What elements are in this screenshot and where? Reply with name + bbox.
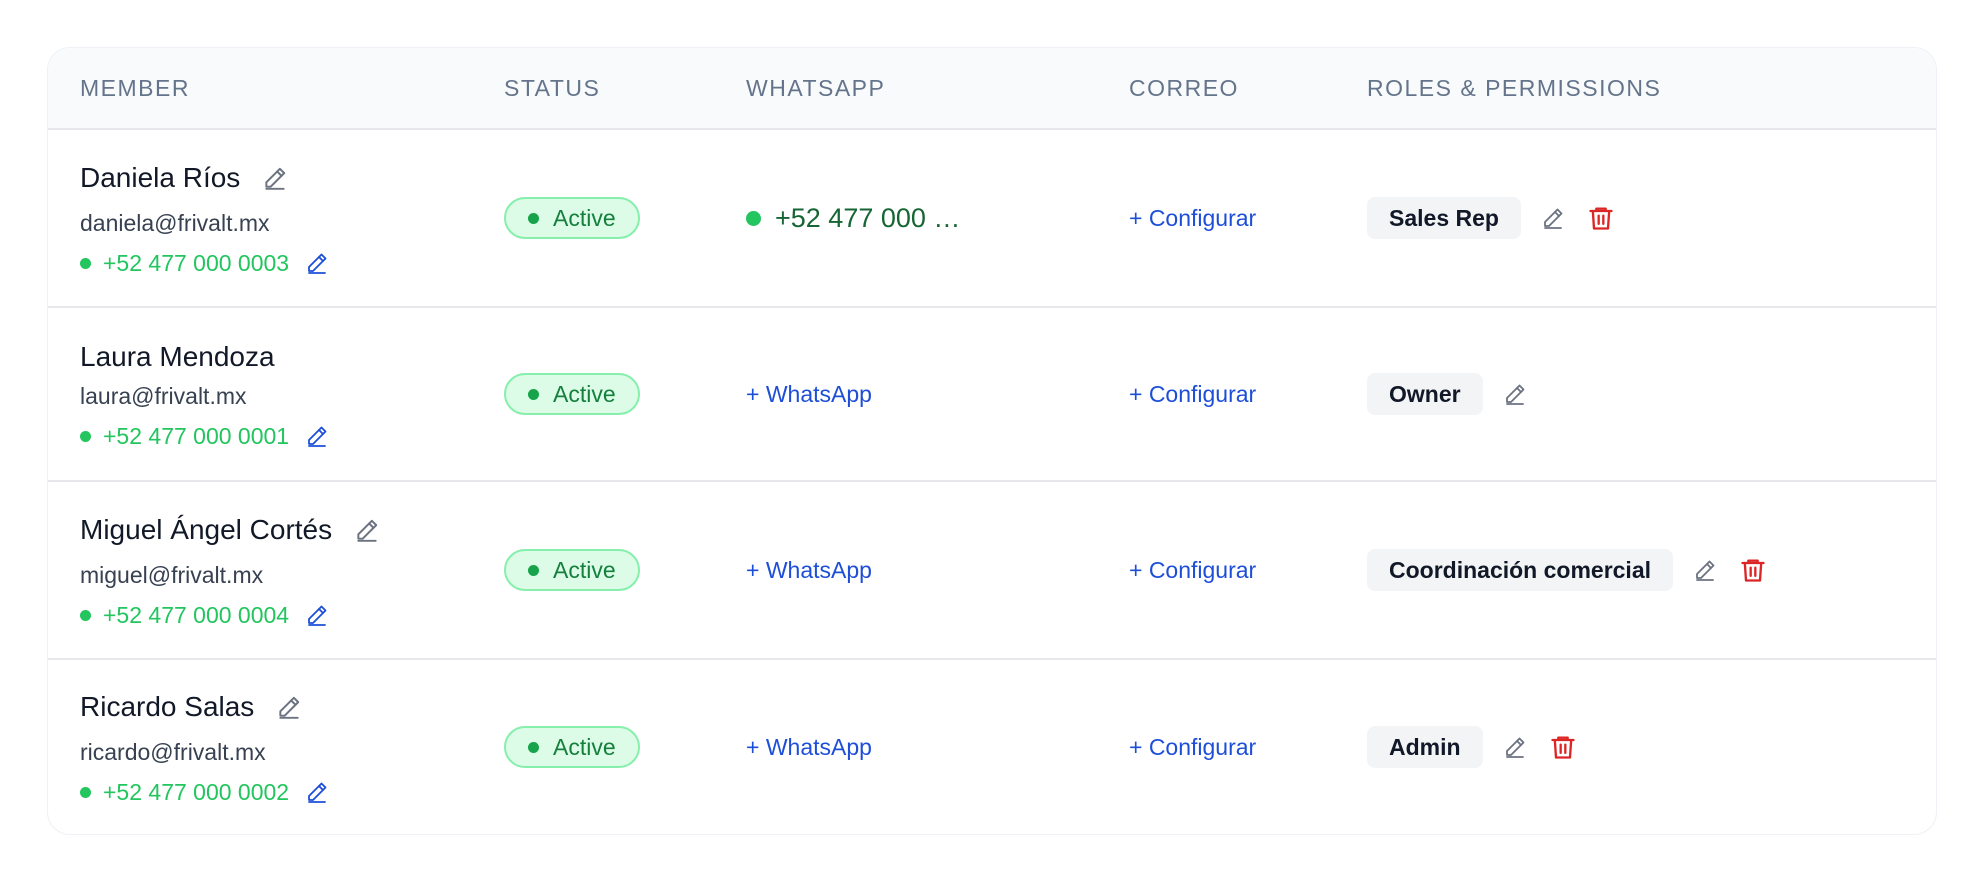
table-row: Ricardo Salas ricardo@frivalt.mx +52 477… [48, 660, 1936, 834]
status-dot-icon [528, 564, 539, 576]
member-cell: Laura Mendoza laura@frivalt.mx +52 477 0… [48, 337, 504, 451]
member-name: Ricardo Salas [80, 691, 255, 722]
member-cell: Daniela Ríos daniela@frivalt.mx +52 477 … [48, 158, 504, 278]
trash-icon[interactable] [1587, 203, 1615, 233]
status-dot-icon [528, 741, 539, 753]
status-label: Active [553, 556, 616, 583]
status-label: Active [553, 204, 616, 231]
roles-cell: Admin [1367, 726, 1936, 768]
table-row: Miguel Ángel Cortés miguel@frivalt.mx +5… [48, 482, 1936, 660]
configure-email-link[interactable]: + Configurar [1129, 557, 1256, 583]
table-header: MEMBER STATUS WHATSAPP CORREO ROLES & PE… [48, 48, 1936, 130]
configure-email-link[interactable]: + Configurar [1129, 205, 1256, 231]
add-whatsapp-link[interactable]: + WhatsApp [746, 557, 872, 583]
status-dot-icon [528, 388, 539, 400]
status-dot-icon [80, 786, 91, 798]
status-badge: Active [504, 197, 640, 239]
pencil-icon[interactable] [354, 517, 380, 543]
member-email: miguel@frivalt.mx [80, 562, 264, 588]
members-table: MEMBER STATUS WHATSAPP CORREO ROLES & PE… [48, 48, 1936, 834]
member-email: laura@frivalt.mx [80, 383, 247, 409]
role-tag: Admin [1367, 726, 1483, 768]
member-phone: +52 477 000 0001 [103, 422, 290, 449]
pencil-icon[interactable] [305, 603, 329, 627]
header-member: MEMBER [80, 74, 190, 101]
add-whatsapp-link[interactable]: + WhatsApp [746, 381, 872, 407]
trash-icon[interactable] [1549, 732, 1577, 762]
status-badge: Active [504, 549, 640, 591]
status-badge: Active [504, 373, 640, 415]
status-label: Active [553, 380, 616, 407]
configure-email-link[interactable]: + Configurar [1129, 734, 1256, 760]
member-phone: +52 477 000 0004 [103, 601, 290, 628]
table-row: Laura Mendoza laura@frivalt.mx +52 477 0… [48, 308, 1936, 482]
member-cell: Ricardo Salas ricardo@frivalt.mx +52 477… [48, 687, 504, 807]
pencil-icon[interactable] [305, 424, 329, 448]
pencil-icon[interactable] [1541, 206, 1565, 230]
status-dot-icon [80, 257, 91, 269]
member-email: ricardo@frivalt.mx [80, 739, 266, 765]
whatsapp-cell: +52 477 000 … [746, 203, 1129, 234]
roles-cell: Owner [1367, 373, 1936, 415]
member-name: Laura Mendoza [80, 341, 275, 372]
whatsapp-number[interactable]: +52 477 000 … [775, 203, 960, 234]
trash-icon[interactable] [1739, 555, 1767, 585]
role-tag: Owner [1367, 373, 1483, 415]
status-label: Active [553, 733, 616, 760]
header-correo: CORREO [1129, 74, 1239, 101]
member-email: daniela@frivalt.mx [80, 210, 270, 236]
add-whatsapp-link[interactable]: + WhatsApp [746, 734, 872, 760]
status-dot-icon [80, 609, 91, 621]
member-phone: +52 477 000 0002 [103, 778, 290, 805]
pencil-icon[interactable] [262, 165, 288, 191]
role-tag: Sales Rep [1367, 197, 1521, 239]
pencil-icon[interactable] [1503, 735, 1527, 759]
header-status: STATUS [504, 74, 601, 101]
configure-email-link[interactable]: + Configurar [1129, 381, 1256, 407]
status-dot-icon [746, 210, 761, 226]
pencil-icon[interactable] [1503, 382, 1527, 406]
member-phone: +52 477 000 0003 [103, 249, 290, 276]
status-dot-icon [528, 212, 539, 224]
pencil-icon[interactable] [305, 780, 329, 804]
pencil-icon[interactable] [276, 694, 302, 720]
table-row: Daniela Ríos daniela@frivalt.mx +52 477 … [48, 130, 1936, 308]
status-badge: Active [504, 726, 640, 768]
status-dot-icon [80, 430, 91, 442]
header-roles: ROLES & PERMISSIONS [1367, 74, 1662, 101]
role-tag: Coordinación comercial [1367, 549, 1674, 591]
member-cell: Miguel Ángel Cortés miguel@frivalt.mx +5… [48, 510, 504, 630]
pencil-icon[interactable] [305, 251, 329, 275]
roles-cell: Sales Rep [1367, 197, 1936, 239]
header-whatsapp: WHATSAPP [746, 74, 886, 101]
member-name: Daniela Ríos [80, 162, 241, 193]
pencil-icon[interactable] [1693, 558, 1717, 582]
roles-cell: Coordinación comercial [1367, 549, 1936, 591]
member-name: Miguel Ángel Cortés [80, 514, 333, 545]
